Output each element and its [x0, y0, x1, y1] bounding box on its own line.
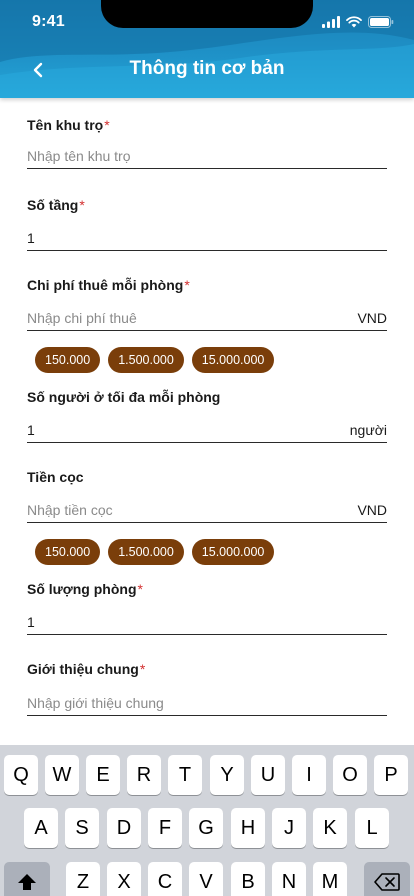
key[interactable]: D — [107, 808, 141, 848]
field-max-people-label: Số người ở tối đa mỗi phòng — [27, 389, 221, 405]
rent-quick-amounts: 150.000 1.500.000 15.000.000 — [35, 347, 275, 373]
deposit-quick-amounts: 150.000 1.500.000 15.000.000 — [35, 539, 275, 565]
field-intro: Giới thiệu chung* Nhập giới thiệu chung — [27, 661, 387, 716]
rent-chip[interactable]: 15.000.000 — [191, 347, 275, 373]
max-people-input-value: 1 — [27, 421, 35, 438]
key[interactable]: J — [272, 808, 306, 848]
deposit-unit: VND — [357, 501, 387, 518]
keyboard-row-3: Z X C V B N M — [0, 862, 414, 896]
rooms-input-value: 1 — [27, 613, 35, 630]
signal-icon — [322, 16, 340, 28]
key[interactable]: I — [292, 755, 326, 795]
key[interactable]: Y — [210, 755, 244, 795]
status-time: 9:41 — [32, 13, 65, 30]
field-deposit-label: Tiền cọc — [27, 469, 84, 485]
key[interactable]: A — [24, 808, 58, 848]
field-intro-label: Giới thiệu chung* — [27, 661, 146, 677]
field-max-people: Số người ở tối đa mỗi phòng 1 người — [27, 389, 387, 443]
key[interactable]: L — [355, 808, 389, 848]
key[interactable]: W — [45, 755, 79, 795]
key[interactable]: V — [189, 862, 223, 896]
wifi-icon — [346, 16, 362, 28]
key[interactable]: H — [231, 808, 265, 848]
intro-input[interactable]: Nhập giới thiệu chung — [27, 690, 387, 716]
shift-key[interactable] — [4, 862, 50, 896]
app-header: 9:41 Thông tin cơ bản — [0, 0, 414, 98]
key[interactable]: K — [313, 808, 347, 848]
field-rent-label: Chi phí thuê mỗi phòng* — [27, 277, 190, 293]
key[interactable]: F — [148, 808, 182, 848]
rent-chip[interactable]: 150.000 — [35, 347, 101, 373]
keyboard-row-2: A S D F G H J K L — [0, 808, 414, 850]
shift-arrow-icon — [18, 874, 36, 890]
device-notch — [101, 0, 313, 28]
keyboard-row-1: Q W E R T Y U I O P — [0, 755, 414, 797]
field-name: Tên khu trọ* Nhập tên khu trọ — [27, 117, 387, 169]
key[interactable]: X — [107, 862, 141, 896]
key[interactable]: S — [65, 808, 99, 848]
field-floors-label: Số tầng* — [27, 197, 85, 213]
max-people-input[interactable]: 1 người — [27, 417, 387, 443]
key[interactable]: O — [333, 755, 367, 795]
key[interactable]: N — [272, 862, 306, 896]
rent-chip[interactable]: 1.500.000 — [108, 347, 184, 373]
key[interactable]: P — [374, 755, 408, 795]
deposit-chip[interactable]: 15.000.000 — [191, 539, 275, 565]
field-name-label: Tên khu trọ* — [27, 117, 110, 133]
field-deposit: Tiền cọc Nhập tiền cọc VND 150.000 1.500… — [27, 469, 387, 565]
key[interactable]: E — [86, 755, 120, 795]
name-input[interactable]: Nhập tên khu trọ — [27, 143, 387, 169]
rooms-input[interactable]: 1 — [27, 609, 387, 635]
key[interactable]: B — [231, 862, 265, 896]
rent-input-placeholder: Nhập chi phí thuê — [27, 309, 137, 326]
rent-unit: VND — [357, 309, 387, 326]
key[interactable]: C — [148, 862, 182, 896]
field-floors: Số tầng* 1 — [27, 197, 387, 251]
deposit-chip[interactable]: 1.500.000 — [108, 539, 184, 565]
key[interactable]: M — [313, 862, 347, 896]
key[interactable]: G — [189, 808, 223, 848]
key[interactable]: R — [127, 755, 161, 795]
name-input-placeholder: Nhập tên khu trọ — [27, 147, 131, 164]
key[interactable]: Z — [66, 862, 100, 896]
backspace-key[interactable] — [364, 862, 410, 896]
backspace-icon — [374, 873, 400, 891]
key[interactable]: Q — [4, 755, 38, 795]
key[interactable]: U — [251, 755, 285, 795]
field-rooms: Số lượng phòng* 1 — [27, 581, 387, 635]
field-rent: Chi phí thuê mỗi phòng* Nhập chi phí thu… — [27, 277, 387, 373]
field-rooms-label: Số lượng phòng* — [27, 581, 143, 597]
on-screen-keyboard: Q W E R T Y U I O P A S D F G H J K L Z … — [0, 745, 414, 896]
page-title: Thông tin cơ bản — [129, 58, 285, 79]
deposit-input[interactable]: Nhập tiền cọc VND — [27, 497, 387, 523]
rent-input[interactable]: Nhập chi phí thuê VND — [27, 305, 387, 331]
intro-input-placeholder: Nhập giới thiệu chung — [27, 694, 164, 711]
floors-input-value: 1 — [27, 229, 35, 246]
floors-input[interactable]: 1 — [27, 225, 387, 251]
battery-icon — [368, 16, 394, 28]
deposit-chip[interactable]: 150.000 — [35, 539, 101, 565]
max-people-unit: người — [349, 421, 387, 438]
status-icons — [322, 14, 394, 30]
key[interactable]: T — [168, 755, 202, 795]
deposit-input-placeholder: Nhập tiền cọc — [27, 501, 113, 518]
